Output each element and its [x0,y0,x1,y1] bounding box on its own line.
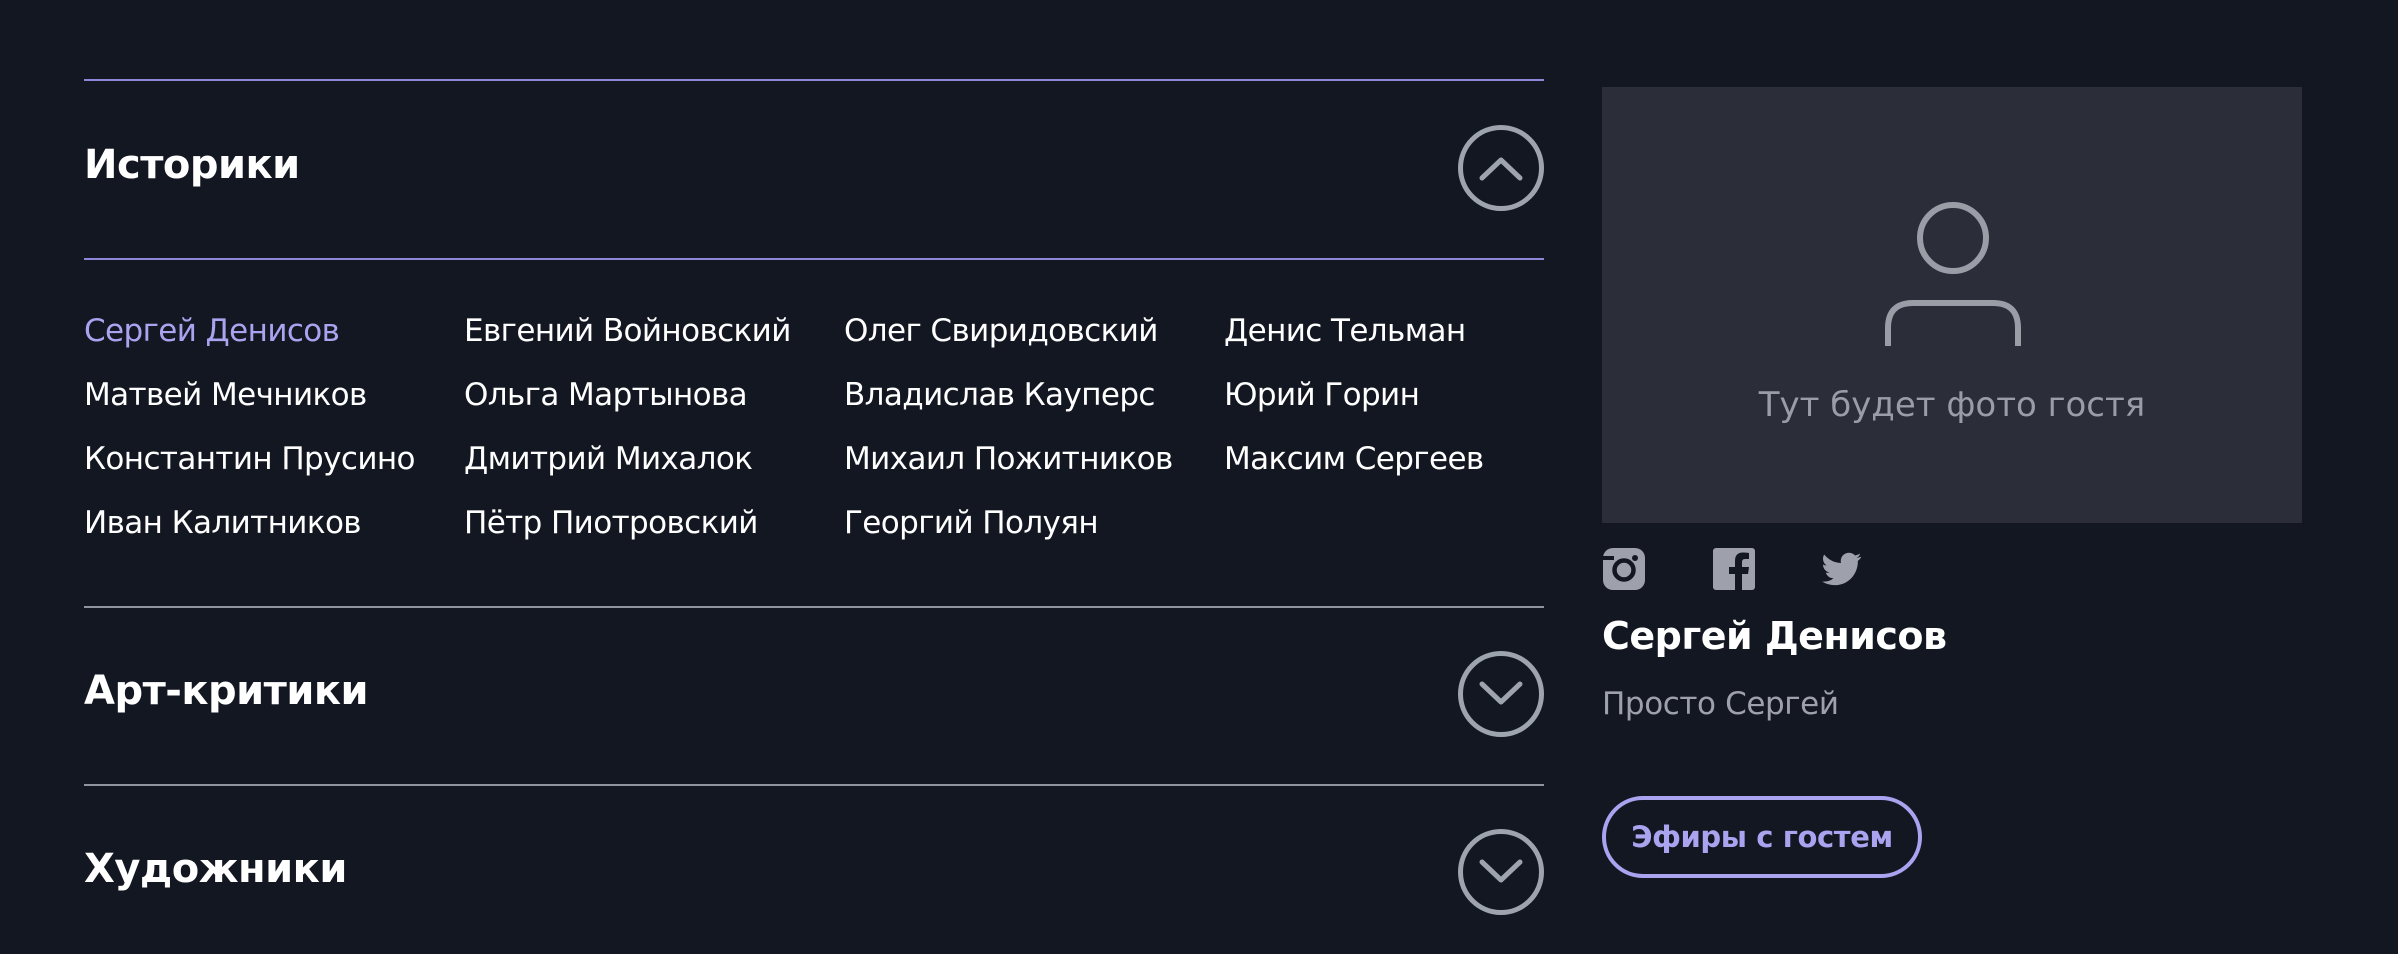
divider [84,258,1544,260]
guest-name-item[interactable]: Сергей Денисов [84,310,464,353]
expand-toggle-button[interactable] [1458,829,1544,915]
chevron-up-icon [1479,157,1523,181]
guest-name-item[interactable]: Иван Калитников [84,502,464,545]
guest-broadcasts-button[interactable]: Эфиры с гостем [1602,796,1922,878]
collapse-toggle-button[interactable] [1458,125,1544,211]
guest-name-item[interactable]: Пётр Пиотровский [464,502,844,545]
guest-name-item[interactable]: Юрий Горин [1224,374,1544,417]
chevron-down-icon [1479,859,1523,883]
guest-photo-placeholder: Тут будет фото гостя [1602,87,2302,523]
divider [84,79,1544,81]
guest-name-item[interactable]: Матвей Мечников [84,374,464,417]
guest-name-item[interactable]: Евгений Войновский [464,310,844,353]
instagram-icon[interactable] [1603,548,1645,590]
divider [84,606,1544,608]
chevron-down-icon [1479,681,1523,705]
historians-list: Сергей Денисов Евгений Войновский Олег С… [84,310,1544,545]
guest-name-item[interactable]: Георгий Полуян [844,502,1224,545]
section-title-historians[interactable]: Историки [84,142,300,188]
guest-subtitle: Просто Сергей [1602,686,1839,722]
section-title-artists[interactable]: Художники [84,846,347,892]
guest-name: Сергей Денисов [1602,614,1947,658]
guest-name-item[interactable]: Денис Тельман [1224,310,1544,353]
facebook-icon[interactable] [1713,548,1755,590]
guest-name-item[interactable]: Ольга Мартынова [464,374,844,417]
guest-name-item[interactable]: Владислав Кауперс [844,374,1224,417]
photo-placeholder-caption: Тут будет фото гостя [1758,385,2146,425]
section-title-art-critics[interactable]: Арт-критики [84,668,369,714]
twitter-icon[interactable] [1822,548,1862,590]
guest-name-item[interactable]: Олег Свиридовский [844,310,1224,353]
guest-name-item[interactable]: Дмитрий Михалок [464,438,844,481]
guest-name-item[interactable]: Константин Прусино [84,438,464,481]
guest-name-item[interactable]: Максим Сергеев [1224,438,1544,481]
divider [84,784,1544,786]
guest-name-item[interactable]: Михаил Пожитников [844,438,1224,481]
user-silhouette-icon [1885,202,2021,346]
expand-toggle-button[interactable] [1458,651,1544,737]
